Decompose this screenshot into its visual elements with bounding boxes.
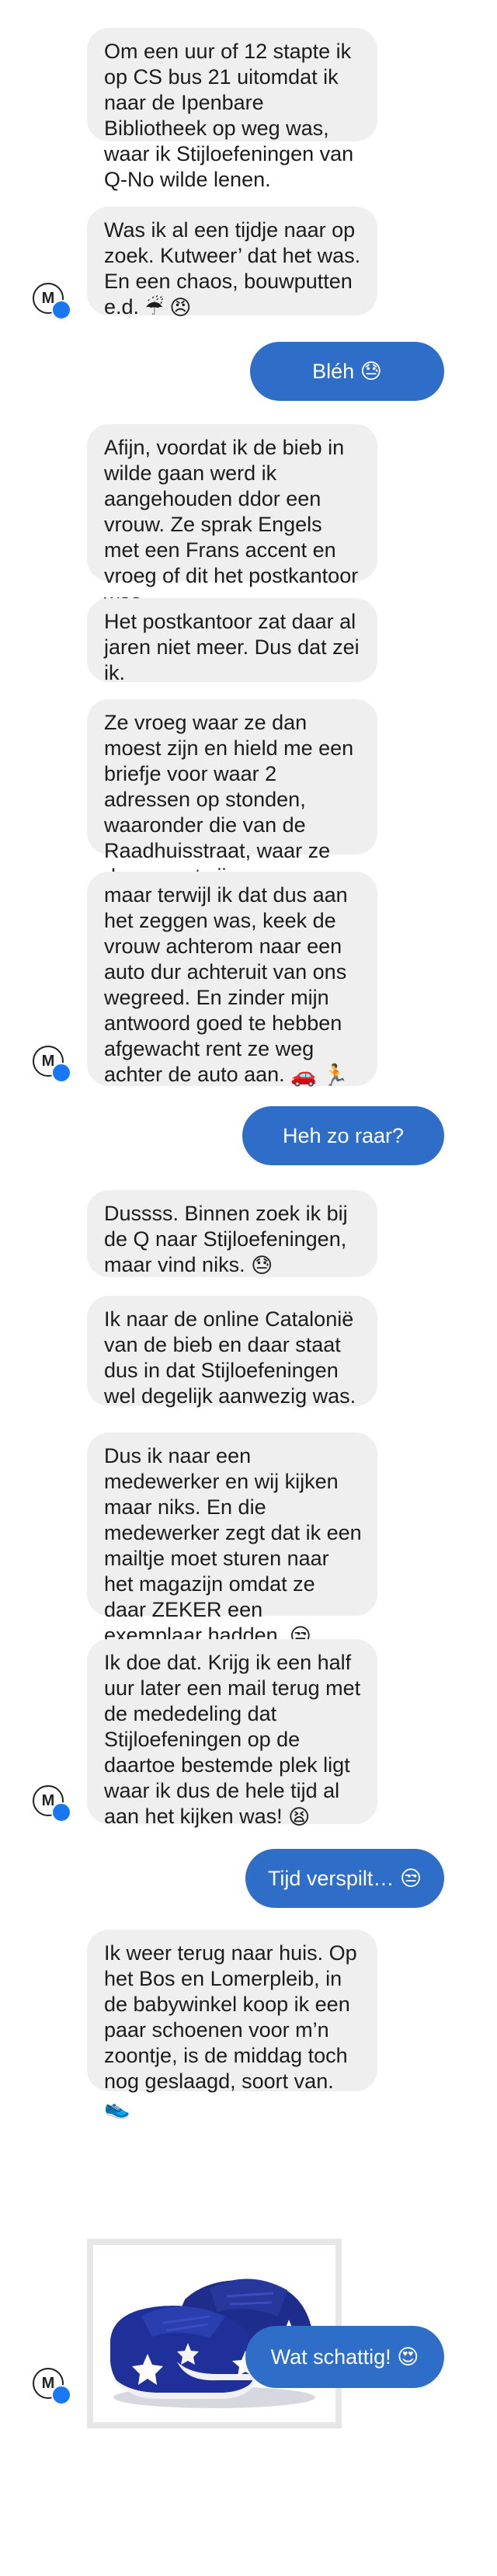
message-text: Heh zo raar? xyxy=(282,1123,405,1147)
incoming-message: Ik doe dat. Krijg ik een half uur later … xyxy=(87,1639,377,1829)
incoming-message: Dus ik naar een medewerker en wij kijken… xyxy=(87,1432,377,1648)
message-text: maar terwijl ik dat dus aan het zeggen w… xyxy=(104,883,348,1086)
avatar[interactable]: M xyxy=(33,1046,71,1083)
avatar[interactable]: M xyxy=(33,2368,71,2405)
messenger-badge-icon xyxy=(51,2385,71,2405)
outgoing-message: Tijd verspilt… 😒 xyxy=(245,1849,444,1908)
car-runner-emoji: 🚗 🏃 xyxy=(290,1063,349,1088)
incoming-message: maar terwijl ik dat dus aan het zeggen w… xyxy=(87,872,377,1088)
umbrella-angry-emoji: ☔ 😠 xyxy=(144,296,192,320)
messenger-badge-icon xyxy=(51,1802,71,1822)
message-text: Ik weer terug naar huis. Op het Bos en L… xyxy=(104,1941,357,2093)
chat-thread: Om een uur of 12 stapte ik op CS bus 21 … xyxy=(0,0,497,2576)
incoming-message: Ik naar de online Catalonië van de bieb … xyxy=(87,1296,377,1408)
sweat-emoji: 😓 xyxy=(360,359,382,383)
message-text: Het postkantoor zat daar al jaren niet m… xyxy=(104,610,360,684)
incoming-message: Dussss. Binnen zoek ik bij de Q naar Sti… xyxy=(87,1190,377,1277)
outgoing-message: Heh zo raar? xyxy=(242,1106,444,1165)
heart-eyes-emoji: 😍 xyxy=(397,2345,419,2369)
avatar[interactable]: M xyxy=(33,1785,71,1822)
message-text: Ik naar de online Catalonië van de bieb … xyxy=(104,1307,356,1408)
incoming-message: Ik weer terug naar huis. Op het Bos en L… xyxy=(87,1930,377,2119)
avatar[interactable]: M xyxy=(33,283,71,320)
outgoing-message: Wat schattig! 😍 xyxy=(245,2326,444,2388)
message-text: Afijn, voordat ik de bieb in wilde gaan … xyxy=(104,436,359,613)
incoming-message: Was ik al een tijdje naar op zoek. Kutwe… xyxy=(87,207,377,319)
message-text: Ik doe dat. Krijg ik een half uur later … xyxy=(104,1651,361,1828)
message-text: Ze vroeg waar ze dan moest zijn en hield… xyxy=(104,711,354,888)
messenger-badge-icon xyxy=(51,300,71,320)
message-text: Bléh xyxy=(312,359,355,383)
sweat-emoji: 😓 xyxy=(251,1254,273,1278)
tired-face-emoji: 😫 xyxy=(288,1805,311,1829)
incoming-message: Ze vroeg waar ze dan moest zijn en hield… xyxy=(87,699,377,888)
message-text: Dussss. Binnen zoek ik bij de Q naar Sti… xyxy=(104,1202,348,1276)
message-text: Was ik al een tijdje naar op zoek. Kutwe… xyxy=(104,218,361,319)
incoming-message: Het postkantoor zat daar al jaren niet m… xyxy=(87,598,377,684)
messenger-badge-icon xyxy=(51,1063,71,1083)
message-text: Dus ik naar een medewerker en wij kijken… xyxy=(104,1444,362,1647)
message-text: Wat schattig! xyxy=(270,2345,391,2369)
incoming-message: Afijn, voordat ik de bieb in wilde gaan … xyxy=(87,424,377,613)
unamused-emoji: 😒 xyxy=(399,1866,422,1890)
incoming-message: Om een uur of 12 stapte ik op CS bus 21 … xyxy=(87,28,377,191)
message-text: Tijd verspilt… xyxy=(267,1866,394,1890)
shoe-emoji: 👟 xyxy=(104,2096,130,2120)
message-text: Om een uur of 12 stapte ik op CS bus 21 … xyxy=(104,40,354,191)
outgoing-message: Bléh 😓 xyxy=(250,342,444,401)
